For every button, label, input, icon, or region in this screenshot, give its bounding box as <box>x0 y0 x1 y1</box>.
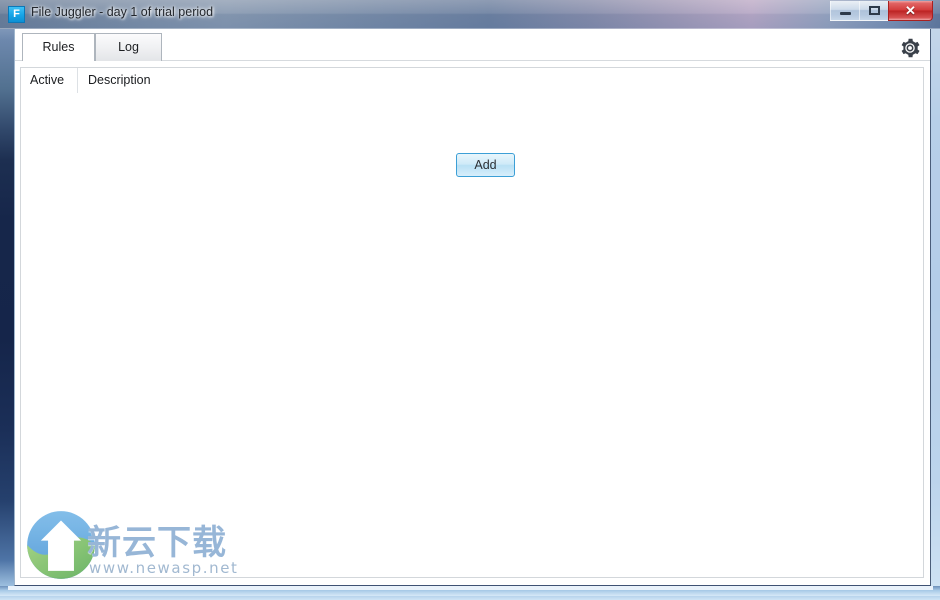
window-border-left <box>0 0 14 596</box>
maximize-icon <box>869 6 880 15</box>
column-header-description[interactable]: Description <box>78 68 923 93</box>
minimize-button[interactable] <box>830 1 859 21</box>
tab-log[interactable]: Log <box>95 33 162 61</box>
rules-list-header: Active Description <box>21 68 923 94</box>
desktop-background: F File Juggler - day 1 of trial period ✕… <box>0 0 940 600</box>
window-border-right <box>931 0 940 596</box>
window-border-bottom <box>0 586 940 596</box>
add-rule-button[interactable]: Add <box>456 153 515 177</box>
close-icon: ✕ <box>905 3 916 18</box>
rules-list-body: Add <box>21 93 923 577</box>
application-window: F File Juggler - day 1 of trial period ✕… <box>0 0 940 596</box>
column-header-active[interactable]: Active <box>21 68 78 93</box>
rules-list-panel: Active Description Add <box>20 67 924 578</box>
gear-icon <box>901 38 920 58</box>
maximize-restore-button[interactable] <box>859 1 888 21</box>
window-controls: ✕ <box>830 1 933 21</box>
minimize-icon <box>840 12 851 15</box>
window-border-bottom-inner <box>8 586 933 590</box>
window-title: File Juggler - day 1 of trial period <box>31 5 214 19</box>
tab-strip: Rules Log <box>15 29 930 62</box>
file-juggler-app-icon: F <box>8 6 25 23</box>
settings-button[interactable] <box>899 37 921 59</box>
close-button[interactable]: ✕ <box>888 1 933 21</box>
title-bar[interactable]: F File Juggler - day 1 of trial period ✕ <box>0 0 940 29</box>
tab-rules[interactable]: Rules <box>22 33 95 62</box>
client-area: Rules Log Active Description Add 新云下载 ww… <box>14 29 931 586</box>
